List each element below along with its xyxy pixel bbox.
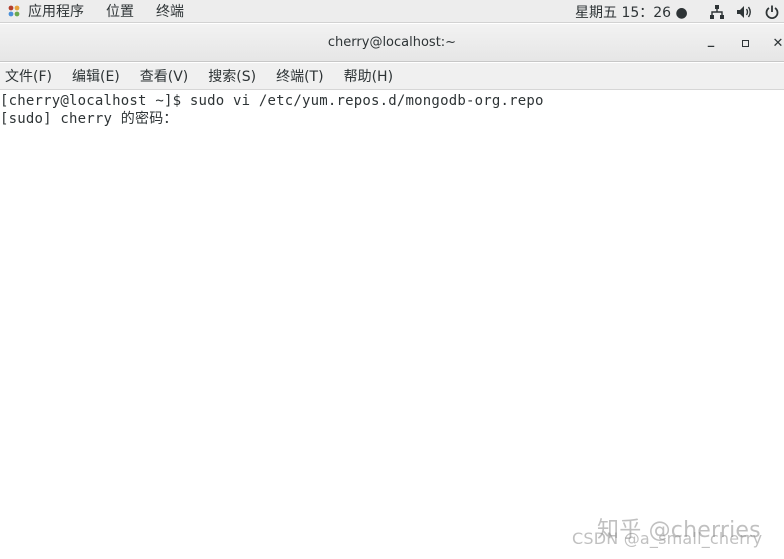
minimize-icon: _ bbox=[708, 33, 715, 48]
terminal-line: [sudo] cherry 的密码： bbox=[0, 110, 178, 128]
terminal-line: [cherry@localhost ~]$ sudo vi /etc/yum.r… bbox=[0, 92, 544, 110]
applications-menu[interactable]: 应用程序 bbox=[28, 1, 84, 21]
system-top-bar: 应用程序 位置 终端 星期五 15：26 ● bbox=[0, 0, 784, 23]
menu-help[interactable]: 帮助(H) bbox=[340, 66, 397, 86]
menu-terminal[interactable]: 终端(T) bbox=[272, 66, 327, 86]
menu-edit[interactable]: 编辑(E) bbox=[68, 66, 124, 86]
power-icon[interactable] bbox=[763, 3, 781, 21]
clock[interactable]: 星期五 15：26 ● bbox=[575, 2, 688, 22]
minimize-button[interactable]: _ bbox=[701, 33, 721, 53]
maximize-icon bbox=[742, 40, 749, 47]
close-button[interactable]: ✕ bbox=[768, 33, 784, 53]
places-menu[interactable]: 位置 bbox=[106, 1, 134, 21]
network-icon[interactable] bbox=[708, 3, 726, 21]
menu-view[interactable]: 查看(V) bbox=[136, 66, 193, 86]
csdn-watermark: CSDN @a_small_cherry bbox=[572, 529, 762, 548]
window-titlebar[interactable]: cherry@localhost:~ _ ✕ bbox=[0, 24, 784, 62]
menu-search[interactable]: 搜索(S) bbox=[204, 66, 260, 86]
window-title: cherry@localhost:~ bbox=[0, 35, 784, 50]
terminal-area[interactable]: [cherry@localhost ~]$ sudo vi /etc/yum.r… bbox=[0, 91, 784, 559]
maximize-button[interactable] bbox=[735, 33, 755, 53]
menu-file[interactable]: 文件(F) bbox=[1, 66, 56, 86]
volume-icon[interactable] bbox=[736, 3, 754, 21]
terminal-menubar: 文件(F) 编辑(E) 查看(V) 搜索(S) 终端(T) 帮助(H) bbox=[0, 63, 784, 90]
close-icon: ✕ bbox=[773, 36, 784, 51]
terminal-app-menu[interactable]: 终端 bbox=[156, 1, 184, 21]
applications-icon[interactable] bbox=[6, 3, 22, 19]
